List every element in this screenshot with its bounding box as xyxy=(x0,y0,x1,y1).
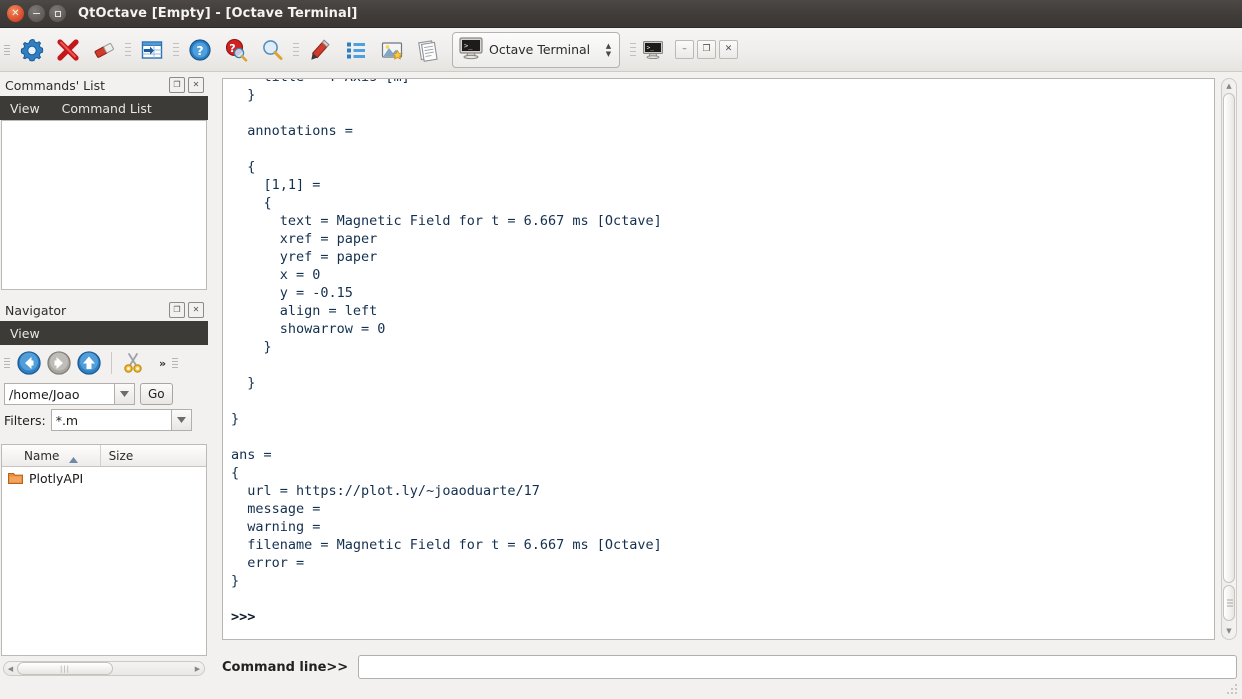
up-arrow-icon[interactable] xyxy=(74,348,104,378)
toolbar-separator xyxy=(173,40,179,60)
navigator-filter-row: Filters: *.m xyxy=(0,407,208,433)
mdi-window-controls: – ❐ ✕ xyxy=(675,40,738,59)
mdi-area: title = Y Axis [m] } annotations = { [1,… xyxy=(212,72,1242,699)
column-header-name[interactable]: Name xyxy=(2,445,101,466)
main-toolbar: ? ? >_ Octave Terminal ▲ ▼ >_ – ❐ ✕ xyxy=(0,28,1242,72)
terminal-text: } annotations = { [1,1] = { text = Magne… xyxy=(231,87,662,625)
spinner-down-icon[interactable]: ▼ xyxy=(602,50,615,57)
commands-list-dock-header: Commands' List ❐ ✕ xyxy=(0,74,208,96)
magnifier-icon[interactable] xyxy=(254,32,290,68)
navigator-toolbar: » xyxy=(0,345,208,381)
terminal-prompt: >>> xyxy=(231,609,256,625)
navigator-dock-header: Navigator ❐ ✕ xyxy=(0,299,208,321)
filters-input[interactable]: *.m xyxy=(50,409,172,431)
sort-ascending-icon xyxy=(68,452,78,466)
column-header-size[interactable]: Size xyxy=(101,445,206,466)
filters-label: Filters: xyxy=(4,412,46,428)
help-search-icon[interactable]: ? xyxy=(218,32,254,68)
scissors-cut-icon[interactable] xyxy=(119,348,149,378)
terminal-vscrollbar[interactable]: ▲ ▼ xyxy=(1221,78,1237,640)
navigator-path-row: /home/Joao Go xyxy=(0,381,208,407)
svg-text:>_: >_ xyxy=(647,44,655,51)
navigator-dock-title: Navigator xyxy=(5,302,67,318)
command-line-label: Command line>> xyxy=(222,659,349,675)
octave-terminal-output[interactable]: title = Y Axis [m] } annotations = { [1,… xyxy=(222,78,1215,640)
commands-list-close-button[interactable]: ✕ xyxy=(188,77,204,93)
forward-arrow-icon xyxy=(44,348,74,378)
file-list-table: Name Size PlotlyAPI xyxy=(1,444,207,656)
import-table-icon[interactable] xyxy=(134,32,170,68)
terminal-clipped-line: title = Y Axis [m] xyxy=(231,79,410,86)
image-star-icon[interactable] xyxy=(374,32,410,68)
navigator-toolbar-separator xyxy=(111,352,112,374)
commands-list-menubar: View Command List xyxy=(0,96,208,120)
terminal-small-icon: >_ xyxy=(639,32,667,68)
help-question-icon[interactable]: ? xyxy=(182,32,218,68)
window-select-label: Octave Terminal xyxy=(489,42,591,57)
qtoctave-window: ✕ QtOctave [Empty] - [Octave Terminal] ?… xyxy=(0,0,1242,699)
file-list-hscrollbar[interactable]: ◀ ||| ▶ xyxy=(3,661,205,676)
close-icon[interactable]: ✕ xyxy=(7,5,24,22)
eraser-icon[interactable] xyxy=(86,32,122,68)
toolbar-separator xyxy=(293,40,299,60)
terminal-icon: >_ xyxy=(458,36,484,64)
go-button[interactable]: Go xyxy=(140,383,173,405)
pencil-edit-icon[interactable] xyxy=(302,32,338,68)
settings-gear-icon[interactable] xyxy=(14,32,50,68)
toolbar-separator xyxy=(125,40,131,60)
documents-icon[interactable] xyxy=(410,32,446,68)
hscroll-left-arrow-icon[interactable]: ◀ xyxy=(4,665,17,673)
filters-dropdown-icon[interactable] xyxy=(171,409,192,431)
close-red-x-icon[interactable] xyxy=(50,32,86,68)
hscroll-grip-icon: ||| xyxy=(59,664,71,673)
hscroll-track[interactable]: ||| xyxy=(17,662,191,675)
file-name: PlotlyAPI xyxy=(29,470,84,486)
vscroll-thumb-end[interactable] xyxy=(1223,585,1235,621)
command-line-row: Command line>> xyxy=(222,650,1237,684)
navigator-menubar: View xyxy=(0,321,208,345)
navigator-float-button[interactable]: ❐ xyxy=(169,302,185,318)
mdi-minimize-button[interactable]: – xyxy=(675,40,694,59)
navigator-toolbar-extension-grip[interactable] xyxy=(172,352,179,374)
vscroll-thumb[interactable] xyxy=(1223,93,1235,583)
spinner-up-icon[interactable]: ▲ xyxy=(602,42,615,49)
commands-list-float-button[interactable]: ❐ xyxy=(169,77,185,93)
svg-text:>_: >_ xyxy=(464,42,473,50)
path-input[interactable]: /home/Joao xyxy=(4,383,115,405)
svg-text:?: ? xyxy=(196,43,203,58)
window-select-spinner[interactable]: ▲ ▼ xyxy=(602,42,615,57)
navigator-toolbar-grip[interactable] xyxy=(4,352,10,374)
title-bar: ✕ QtOctave [Empty] - [Octave Terminal] xyxy=(0,0,1242,28)
hscroll-thumb[interactable]: ||| xyxy=(17,662,113,675)
window-title: QtOctave [Empty] - [Octave Terminal] xyxy=(78,6,358,21)
minimize-icon[interactable] xyxy=(28,5,45,22)
window-select-combo[interactable]: >_ Octave Terminal ▲ ▼ xyxy=(452,31,620,68)
menu-item-view[interactable]: View xyxy=(10,101,40,116)
vscroll-up-arrow-icon[interactable]: ▲ xyxy=(1222,80,1236,92)
file-list-header: Name Size xyxy=(2,445,206,467)
back-arrow-icon[interactable] xyxy=(14,348,44,378)
vscroll-grip-icon xyxy=(1224,599,1236,607)
resize-grip-icon[interactable] xyxy=(1225,682,1239,696)
file-list-row[interactable]: PlotlyAPI xyxy=(2,467,206,489)
toolbar-grip[interactable] xyxy=(4,39,10,61)
navigator-overflow-button[interactable]: » xyxy=(159,357,166,370)
toolbar-separator xyxy=(630,40,636,60)
menu-item-view[interactable]: View xyxy=(10,326,40,341)
navigator-close-button[interactable]: ✕ xyxy=(188,302,204,318)
hscroll-right-arrow-icon[interactable]: ▶ xyxy=(191,665,204,673)
commands-list-body[interactable] xyxy=(1,120,207,290)
list-icon[interactable] xyxy=(338,32,374,68)
commands-list-dock: Commands' List ❐ ✕ View Command List xyxy=(0,74,208,292)
command-line-input[interactable] xyxy=(358,655,1237,679)
vscroll-down-arrow-icon[interactable]: ▼ xyxy=(1222,625,1236,637)
window-controls: ✕ xyxy=(7,5,66,22)
path-dropdown-icon[interactable] xyxy=(115,383,135,405)
mdi-restore-button[interactable]: ❐ xyxy=(697,40,716,59)
folder-icon xyxy=(8,469,23,488)
menu-item-command-list[interactable]: Command List xyxy=(62,101,152,116)
mdi-close-button[interactable]: ✕ xyxy=(719,40,738,59)
commands-list-dock-title: Commands' List xyxy=(5,77,106,93)
maximize-icon[interactable] xyxy=(49,5,66,22)
